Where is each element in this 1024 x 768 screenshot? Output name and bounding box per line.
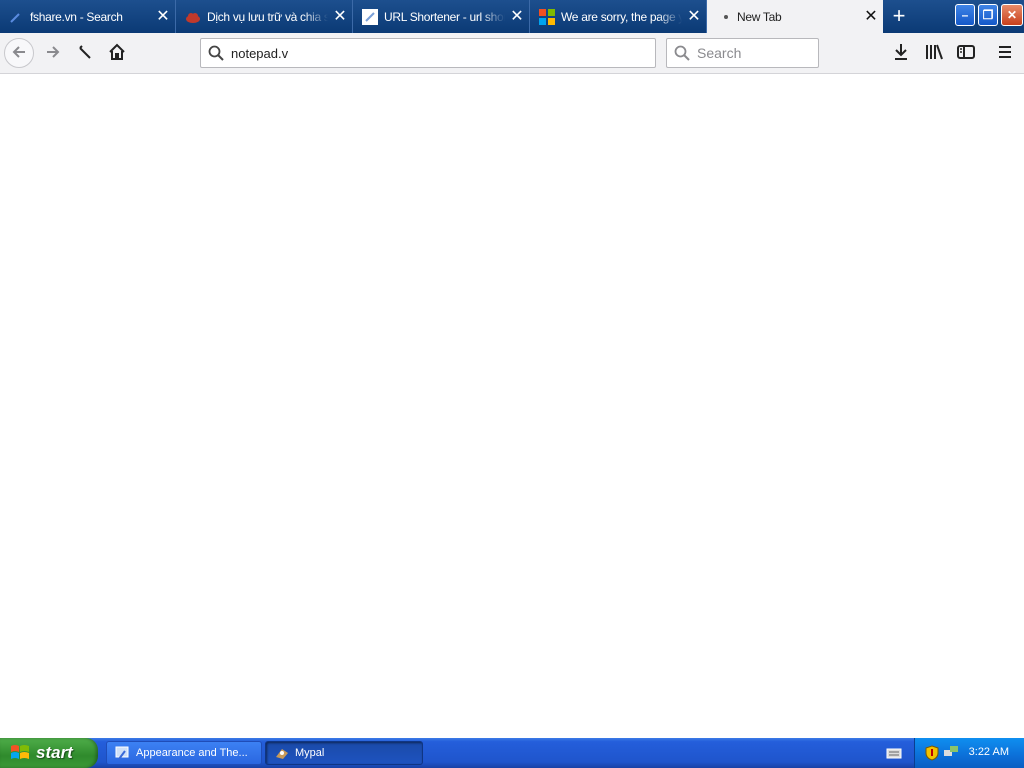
mypal-icon bbox=[274, 745, 290, 761]
stop-button[interactable] bbox=[70, 38, 100, 68]
tab-microsoft[interactable]: We are sorry, the page y ✕ bbox=[531, 0, 707, 33]
tab-title: New Tab bbox=[737, 9, 782, 24]
keyboard-icon[interactable] bbox=[886, 745, 902, 761]
tab-fshare[interactable]: fshare.vn - Search ✕ bbox=[0, 0, 176, 33]
library-icon bbox=[925, 44, 943, 63]
search-bar[interactable] bbox=[666, 38, 819, 68]
close-tab-icon[interactable]: ✕ bbox=[682, 0, 706, 33]
close-tab-icon[interactable]: ✕ bbox=[859, 0, 883, 33]
back-icon bbox=[10, 43, 28, 64]
search-icon bbox=[201, 45, 231, 61]
close-tab-icon[interactable]: ✕ bbox=[151, 0, 175, 33]
menu-icon bbox=[998, 45, 1012, 62]
url-bar[interactable] bbox=[200, 38, 656, 68]
forward-icon bbox=[44, 43, 62, 64]
sidebar-icon bbox=[957, 44, 975, 63]
tab-url-shortener[interactable]: URL Shortener - url short ✕ bbox=[354, 0, 530, 33]
tab-title: We are sorry, the page y bbox=[561, 9, 682, 24]
dot-favicon-icon bbox=[721, 9, 731, 25]
new-tab-button[interactable]: + bbox=[884, 0, 914, 33]
taskbar-item-label: Mypal bbox=[295, 747, 325, 759]
system-tray: 3:22 AM bbox=[914, 738, 1024, 768]
search-icon bbox=[667, 45, 697, 61]
tab-title: fshare.vn - Search bbox=[30, 9, 123, 24]
taskbar-item-appearance[interactable]: Appearance and The... bbox=[106, 741, 262, 765]
tab-new-tab[interactable]: New Tab ✕ bbox=[707, 0, 883, 33]
cloud-favicon-icon bbox=[185, 9, 201, 25]
tab-title: Dịch vụ lưu trữ và chia sẻ bbox=[207, 9, 328, 24]
control-panel-icon bbox=[115, 745, 131, 761]
close-tab-icon[interactable]: ✕ bbox=[328, 0, 352, 33]
tab-strip: fshare.vn - Search ✕ Dịch vụ lưu trữ và … bbox=[0, 0, 1024, 33]
url-input[interactable] bbox=[231, 45, 655, 61]
search-input[interactable] bbox=[697, 45, 818, 61]
minimize-button[interactable]: – bbox=[955, 4, 975, 26]
start-button[interactable]: start bbox=[0, 738, 98, 768]
taskbar-item-mypal[interactable]: Mypal bbox=[265, 741, 423, 765]
download-icon bbox=[893, 43, 909, 64]
downloads-button[interactable] bbox=[886, 38, 916, 68]
link-favicon-icon bbox=[362, 8, 378, 25]
taskbar: start Appearance and The... Mypal 3:22 A… bbox=[0, 738, 1024, 768]
clock: 3:22 AM bbox=[968, 746, 1009, 758]
close-window-button[interactable]: ✕ bbox=[1001, 4, 1023, 26]
windows-logo-icon bbox=[10, 743, 30, 763]
microsoft-favicon-icon bbox=[539, 8, 555, 25]
tab-dich-vu[interactable]: Dịch vụ lưu trữ và chia sẻ ✕ bbox=[177, 0, 353, 33]
home-icon bbox=[108, 43, 126, 64]
network-icon[interactable] bbox=[943, 744, 959, 763]
home-button[interactable] bbox=[102, 38, 132, 68]
security-shield-icon[interactable] bbox=[925, 745, 939, 764]
restore-button[interactable]: ❐ bbox=[978, 4, 998, 26]
forward-button[interactable] bbox=[38, 38, 68, 68]
start-label: start bbox=[36, 743, 73, 762]
back-button[interactable] bbox=[4, 38, 34, 68]
menu-button[interactable] bbox=[990, 38, 1020, 68]
search-favicon-icon bbox=[8, 9, 24, 25]
page-content-blank bbox=[0, 74, 1024, 738]
taskbar-item-label: Appearance and The... bbox=[136, 747, 248, 759]
stop-icon bbox=[77, 44, 93, 63]
library-button[interactable] bbox=[919, 38, 949, 68]
navigation-toolbar bbox=[0, 33, 1024, 74]
tab-title: URL Shortener - url short bbox=[384, 9, 505, 24]
close-tab-icon[interactable]: ✕ bbox=[505, 0, 529, 33]
sidebar-button[interactable] bbox=[951, 38, 981, 68]
